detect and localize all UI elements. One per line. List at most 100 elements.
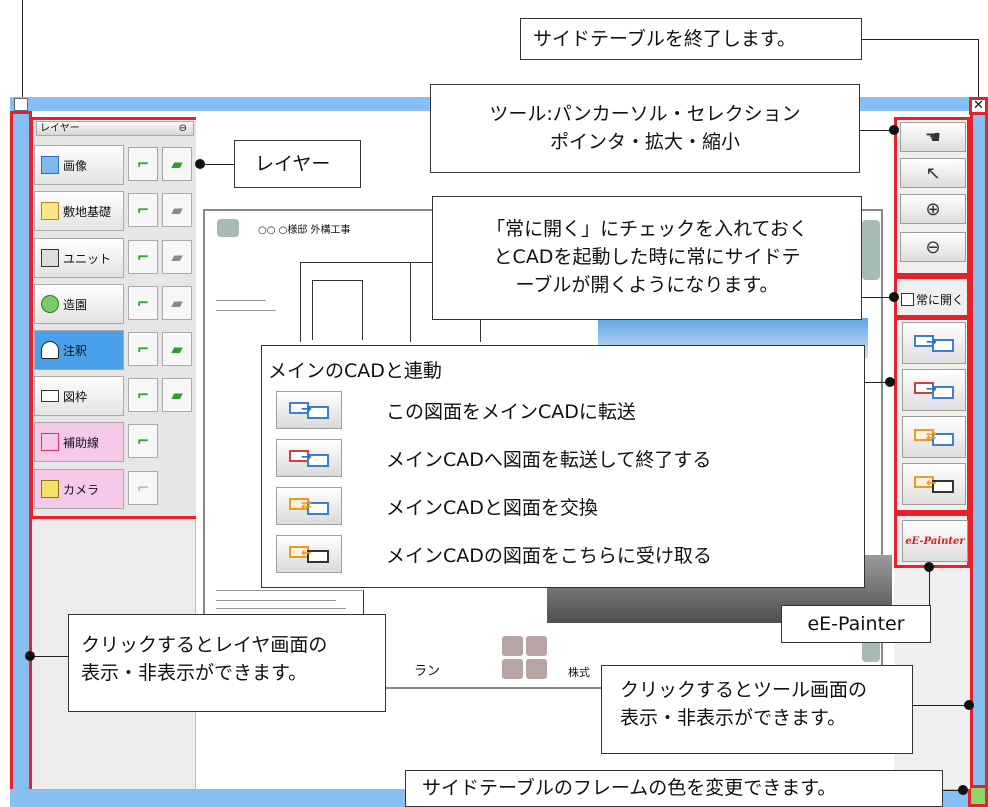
document-icon[interactable]	[14, 98, 28, 111]
sprout-icon: ⌐	[136, 294, 150, 312]
drawing-title: ○○ ○様邸 外構工事	[258, 225, 351, 236]
main-cad-item-text: メインCADの図面をこちらに受け取る	[386, 545, 712, 567]
cad-line	[312, 280, 362, 281]
camera-icon	[41, 480, 59, 498]
callout-text: eE-Painter	[807, 613, 905, 635]
layer-edit-toggle[interactable]: ▰	[162, 240, 192, 274]
layer-button[interactable]: 補助線	[34, 422, 124, 462]
layer-label: カメラ	[63, 482, 100, 497]
layer-edit-toggle[interactable]: ▰	[162, 147, 192, 181]
layer-button[interactable]: 注釈	[34, 330, 124, 370]
pin-icon[interactable]: ⊖	[179, 122, 187, 135]
hand-tool-button[interactable]: ☚	[900, 122, 966, 152]
sprout-icon: ⌐	[136, 479, 150, 497]
layer-stack-icon: ▰	[171, 294, 183, 312]
layer-label: 補助線	[63, 435, 100, 450]
always-open-checkbox[interactable]: 常に開く	[901, 291, 964, 308]
callout-text: ーブルが開くようになります。	[515, 274, 779, 296]
callout-text: 表示・非表示ができます。	[81, 662, 308, 684]
receive-drawing-button[interactable]: ←	[902, 463, 966, 505]
north-icon	[41, 341, 59, 359]
callout-text: 「常に開く」にチェックを入れておく	[486, 218, 808, 240]
layer-label: 造園	[63, 297, 88, 312]
layer-panel-header: レイヤー ⊖	[36, 121, 194, 136]
exchange-drawing-button[interactable]: ⇄	[902, 416, 966, 458]
layer-button[interactable]: 画像	[34, 145, 124, 185]
leader-dot	[964, 700, 974, 710]
cad-line	[410, 262, 411, 342]
layer-visibility-toggle[interactable]: ⌐	[128, 286, 158, 320]
callout-text: とCADを起動した時に常にサイドテ	[493, 246, 801, 268]
leader-line	[978, 39, 979, 97]
callout-layer: レイヤー	[234, 140, 361, 188]
layer-button[interactable]: ユニット	[34, 238, 124, 278]
layer-visibility-toggle[interactable]: ⌐	[128, 424, 158, 458]
unit-icon	[41, 249, 59, 267]
send-and-exit-button[interactable]: →	[902, 369, 966, 411]
frame-color-button[interactable]	[968, 785, 988, 807]
sheet-side-mark	[862, 640, 880, 662]
sprout-icon: ⌐	[136, 340, 150, 358]
layer-edit-toggle[interactable]: ▰	[162, 378, 192, 412]
callout-text: クリックするとツール画面の	[620, 679, 868, 701]
layer-stack-icon: ▰	[171, 248, 183, 266]
callout-close-side-table: サイドテーブルを終了します。	[520, 18, 862, 60]
zoom-out-button[interactable]: ⊖	[900, 232, 966, 262]
layer-visibility-toggle[interactable]: ⌐	[128, 240, 158, 274]
layer-button[interactable]: 図枠	[34, 376, 124, 416]
layer-button[interactable]: カメラ	[34, 469, 124, 509]
layer-visibility-toggle[interactable]: ⌐	[128, 332, 158, 366]
leader-line	[205, 164, 234, 165]
layer-label: 注釈	[63, 343, 88, 358]
always-open-label: 常に開く	[916, 293, 965, 307]
layer-edit-toggle[interactable]: ▰	[162, 193, 192, 227]
callout-text: 表示・非表示ができます。	[620, 707, 847, 729]
sprout-icon: ⌐	[136, 386, 150, 404]
layer-button[interactable]: 敷地基礎	[34, 191, 124, 231]
layer-visibility-toggle[interactable]: ⌐	[128, 193, 158, 227]
layer-visibility-toggle[interactable]: ⌐	[128, 378, 158, 412]
layer-visibility-toggle[interactable]: ⌐	[128, 471, 158, 505]
callout-tools: ツール:パンカーソル・セレクション ポインタ・拡大・縮小	[430, 84, 860, 173]
sprout-icon: ⌐	[136, 248, 150, 266]
cad-line	[312, 280, 313, 340]
send-exit-icon: →	[276, 439, 342, 477]
plan-label: ラン	[414, 664, 441, 679]
leader-line	[32, 656, 68, 657]
layer-button[interactable]: 造園	[34, 284, 124, 324]
zoom-out-icon: ⊖	[925, 236, 941, 258]
main-cad-title: メインのCADと連動	[268, 360, 442, 382]
epainter-button[interactable]: eE-Painter	[902, 520, 968, 562]
main-cad-item: → この図面をメインCADに転送	[276, 391, 856, 431]
zoom-in-button[interactable]: ⊕	[900, 194, 966, 224]
main-cad-item-text: メインCADへ図面を転送して終了する	[386, 449, 712, 471]
layer-stack-icon: ▰	[171, 386, 183, 404]
layer-visibility-toggle[interactable]: ⌐	[128, 147, 158, 181]
main-cad-item: ⇄ メインCADと図面を交換	[276, 487, 856, 527]
epainter-label: eE-Painter	[905, 535, 965, 547]
cad-line	[216, 590, 362, 591]
sprout-icon: ⌐	[136, 432, 150, 450]
callout-text: レイヤー	[255, 153, 331, 175]
sprout-icon: ⌐	[136, 155, 150, 173]
layer-row: 画像 ⌐ ▰	[34, 143, 196, 187]
checkbox-icon[interactable]	[901, 293, 914, 306]
layer-edit-toggle[interactable]: ▰	[162, 286, 192, 320]
send-to-main-cad-button[interactable]: →	[902, 322, 966, 364]
layer-row: カメラ ⌐	[34, 467, 196, 511]
layer-edit-toggle[interactable]: ▰	[162, 332, 192, 366]
pointer-tool-button[interactable]: ↖	[900, 158, 966, 188]
cad-line	[216, 608, 346, 609]
leader-dot	[885, 377, 895, 387]
callout-text: サイドテーブルを終了します。	[533, 28, 796, 50]
leader-dot	[958, 785, 968, 795]
layer-label: ユニット	[63, 251, 112, 266]
callout-layer-toggle: クリックするとレイヤ画面の 表示・非表示ができます。	[68, 614, 386, 712]
leader-line	[913, 705, 970, 706]
main-cad-item: → メインCADへ図面を転送して終了する	[276, 439, 856, 479]
layer-toggle-bar[interactable]	[10, 111, 32, 807]
cad-line	[300, 262, 301, 342]
leader-line	[862, 39, 979, 40]
leader-dot	[924, 562, 934, 572]
close-side-table-button[interactable]: ✕	[969, 97, 988, 115]
